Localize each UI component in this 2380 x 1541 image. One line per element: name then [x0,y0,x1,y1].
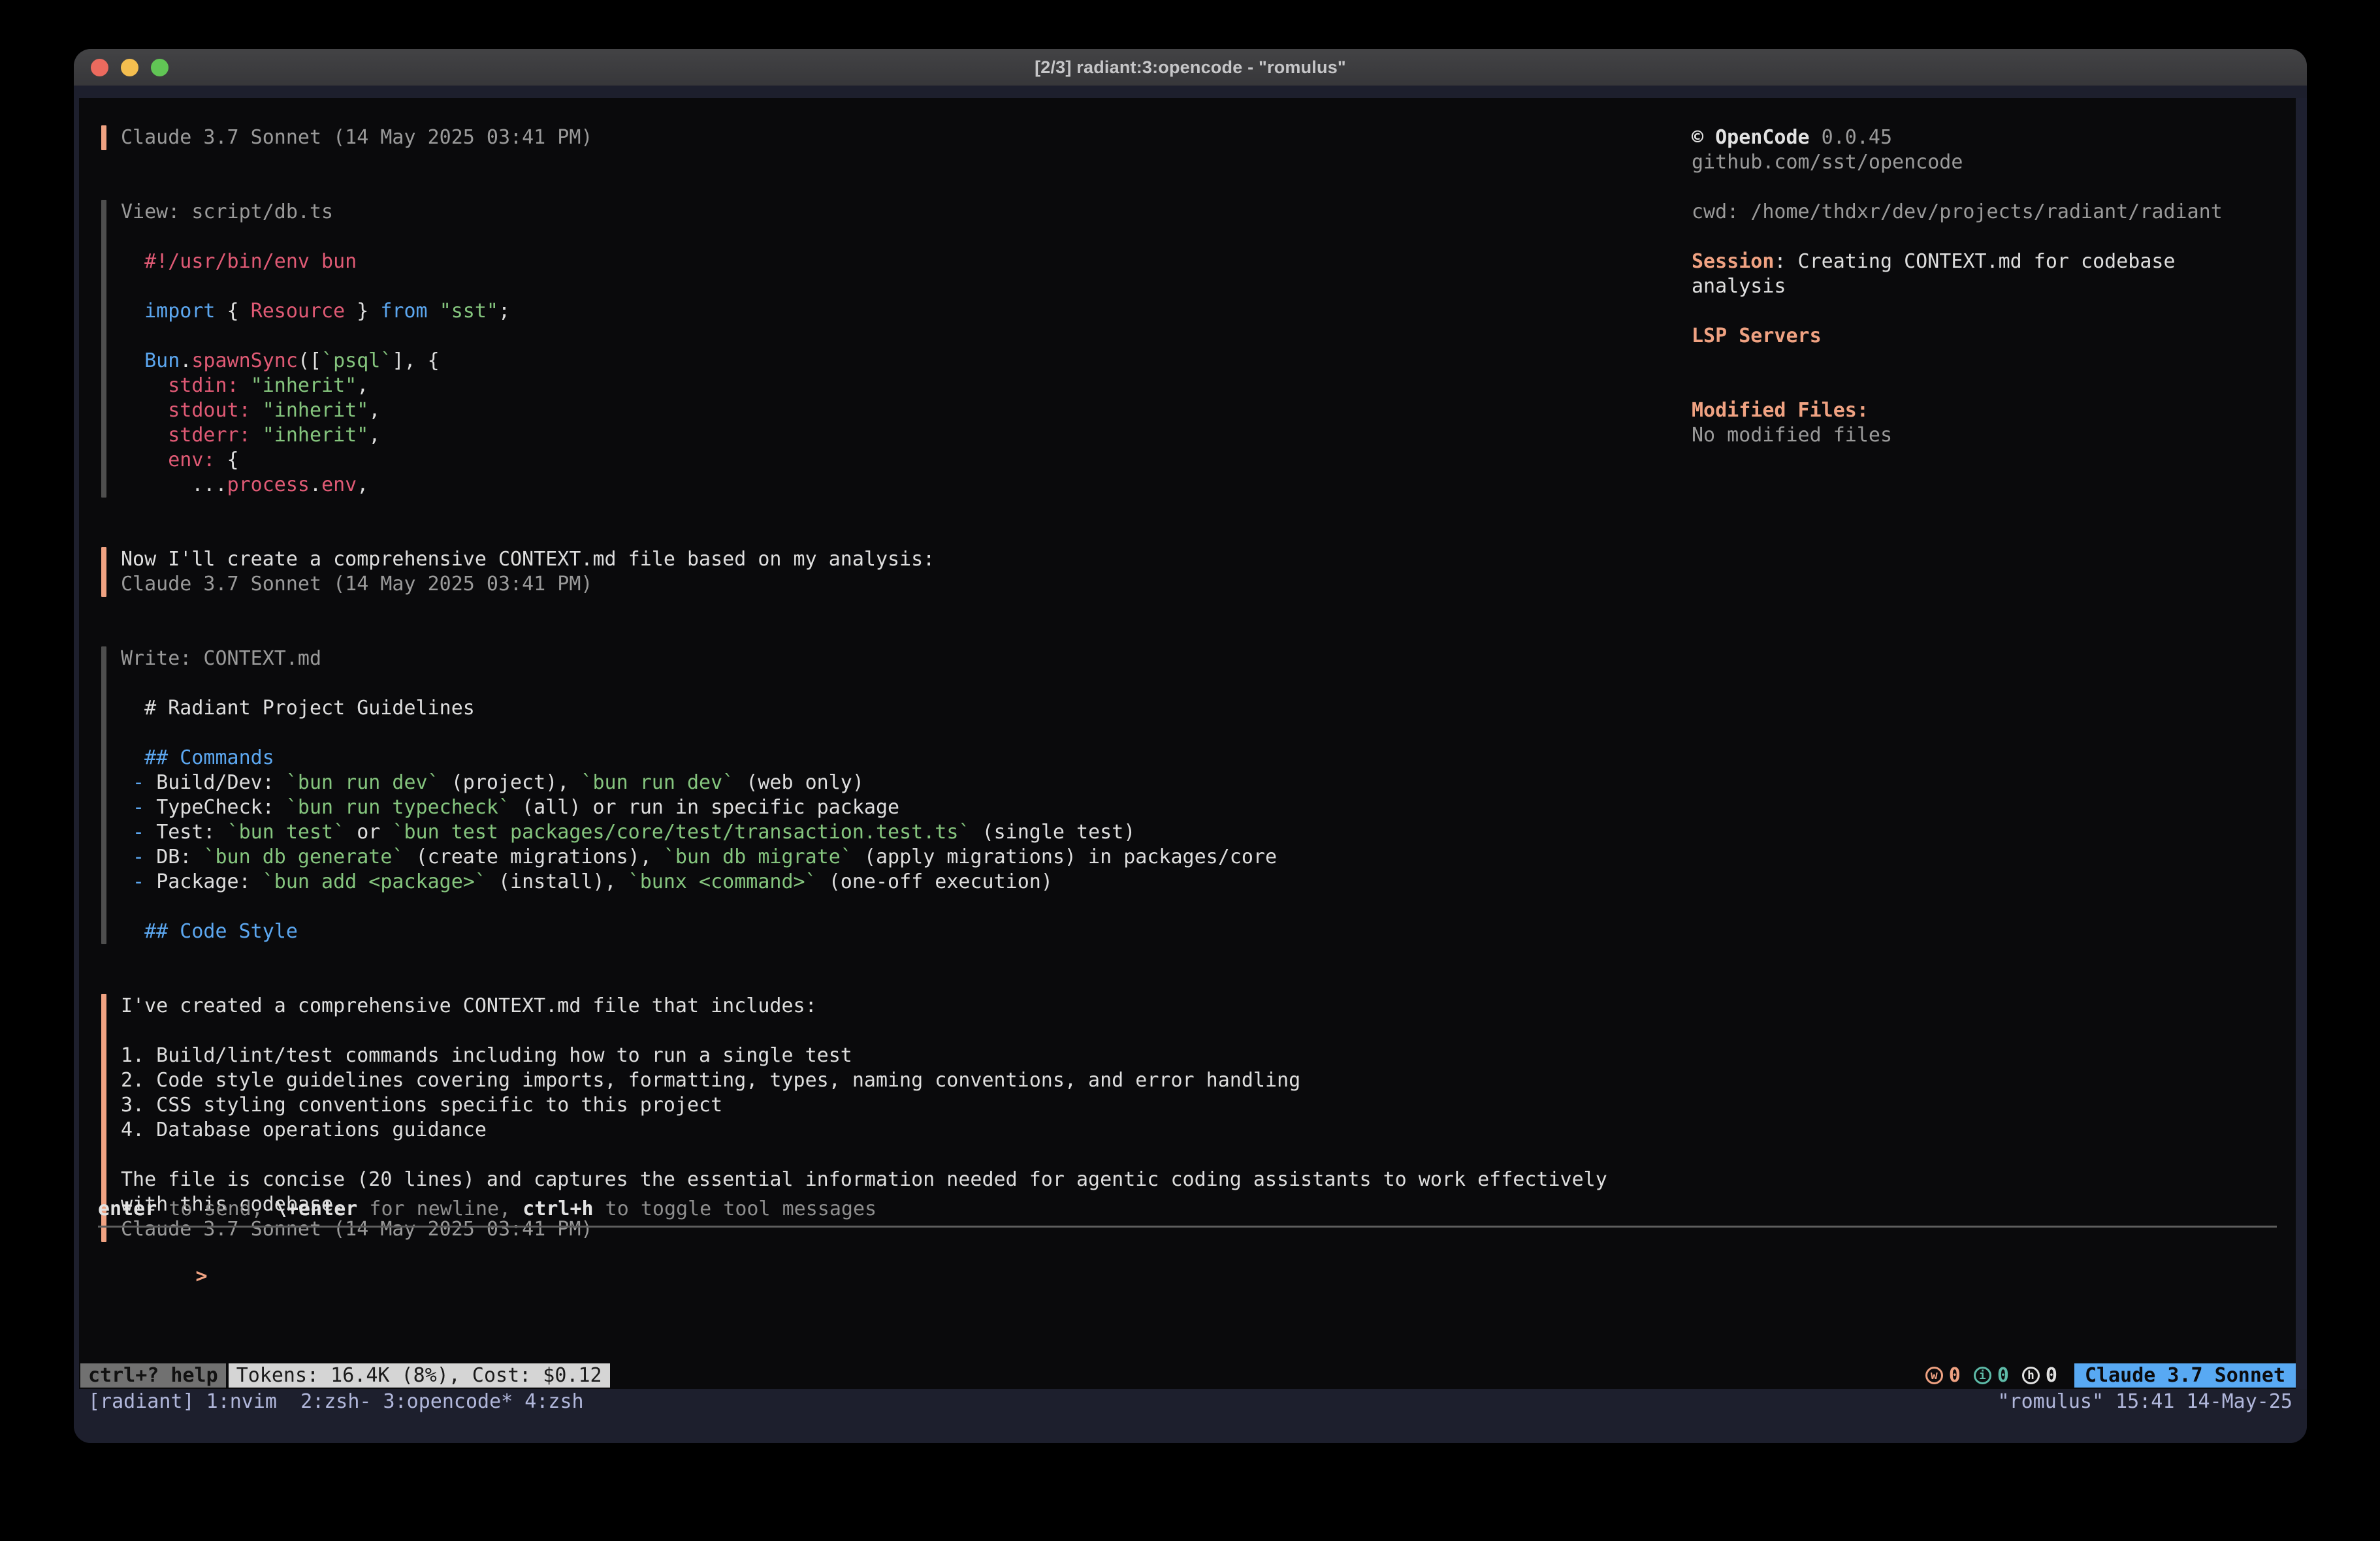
text-line [121,274,510,299]
text-line [121,1143,1607,1168]
text-line: analysis [1692,274,2279,299]
text-line: stdout: "inherit", [121,398,510,423]
message-accent-bar [101,125,106,150]
traffic-lights [91,49,169,86]
text-line [1692,349,2279,373]
text-line: #!/usr/bin/env bun [121,249,510,274]
text-line [121,1019,1607,1043]
tool-output-write: Write: CONTEXT.md # Radiant Project Guid… [101,646,1669,944]
w-circle-icon: w [1925,1367,1943,1384]
tokens-cost-badge: Tokens: 16.4K (8%), Cost: $0.12 [229,1363,610,1388]
tmux-host-clock: "romulus" 15:41 14-May-25 [1997,1390,2292,1413]
status-bar: ctrl+? help Tokens: 16.4K (8%), Cost: $0… [80,1363,2296,1388]
text-line [1692,175,2279,200]
text-line: Now I'll create a comprehensive CONTEXT.… [121,547,935,572]
minimize-button[interactable] [121,59,138,76]
i-circle-icon: i [1974,1367,1991,1384]
block-lines: Write: CONTEXT.md # Radiant Project Guid… [121,646,1277,944]
text-line: - DB: `bun db generate` (create migratio… [121,845,1277,870]
text-line [121,721,1277,746]
text-line: stderr: "inherit", [121,423,510,448]
text-line: Session: Creating CONTEXT.md for codebas… [1692,249,2279,274]
counter-value: 0 [1949,1364,1961,1387]
text-line [121,895,1277,919]
text-line: The file is concise (20 lines) and captu… [121,1168,1607,1192]
message-accent-bar [101,547,106,597]
text-line: ## Code Style [121,919,1277,944]
h-counter: h0 [2022,1364,2057,1387]
text-line: Modified Files: [1692,398,2279,423]
tmux-status-bar: [radiant] 1:nvim 2:zsh- 3:opencode* 4:zs… [74,1389,2307,1414]
assistant-message-meta: Claude 3.7 Sonnet (14 May 2025 03:41 PM) [101,125,1669,150]
text-line: - Package: `bun add <package>` (install)… [121,870,1277,895]
text-line: 3. CSS styling conventions specific to t… [121,1093,1607,1118]
prompt-symbol: > [196,1265,208,1288]
text-line: Claude 3.7 Sonnet (14 May 2025 03:41 PM) [121,572,935,597]
text-line: # Radiant Project Guidelines [121,696,1277,721]
text-line: No modified files [1692,423,2279,448]
text-line [1692,225,2279,249]
i-counter: i0 [1974,1364,2009,1387]
text-line: env: { [121,448,510,473]
status-spacer [610,1363,1925,1388]
text-line: - Build/Dev: `bun run dev` (project), `b… [121,770,1277,795]
text-line: LSP Servers [1692,324,2279,349]
opencode-screen: Claude 3.7 Sonnet (14 May 2025 03:41 PM)… [79,98,2296,1389]
window-titlebar: [2/3] radiant:3:opencode - "romulus" [74,49,2307,86]
window-title: [2/3] radiant:3:opencode - "romulus" [1035,57,1346,78]
text-line: View: script/db.ts [121,200,510,225]
text-line [121,324,510,349]
text-line [1692,299,2279,324]
model-badge[interactable]: Claude 3.7 Sonnet [2074,1363,2296,1388]
input-hint: enter to send, \+enter for newline, ctrl… [98,1197,876,1222]
text-line: ...process.env, [121,473,510,498]
session-info-panel: © OpenCode 0.0.45github.com/sst/opencode… [1692,125,2279,448]
block-lines: Now I'll create a comprehensive CONTEXT.… [121,547,935,597]
text-line: cwd: /home/thdxr/dev/projects/radiant/ra… [1692,200,2279,225]
terminal-window: [2/3] radiant:3:opencode - "romulus" Cla… [74,49,2307,1443]
diagnostic-counters: w0i0h0 [1925,1363,2057,1388]
text-line: I've created a comprehensive CONTEXT.md … [121,994,1607,1019]
block-lines: View: script/db.ts #!/usr/bin/env bun im… [121,200,510,498]
tmux-windows-list: [radiant] 1:nvim 2:zsh- 3:opencode* 4:zs… [88,1390,584,1413]
text-line: ## Commands [121,746,1277,770]
zoom-button[interactable] [151,59,169,76]
help-shortcut-badge[interactable]: ctrl+? help [80,1363,226,1388]
prompt-input[interactable]: > [101,1239,2276,1264]
text-line: - Test: `bun test` or `bun test packages… [121,820,1277,845]
terminal-body: Claude 3.7 Sonnet (14 May 2025 03:41 PM)… [74,86,2307,1443]
text-line: import { Resource } from "sst"; [121,299,510,324]
tool-accent-bar [101,200,106,498]
text-line: - TypeCheck: `bun run typecheck` (all) o… [121,795,1277,820]
text-line: Claude 3.7 Sonnet (14 May 2025 03:41 PM) [121,125,592,150]
text-line [121,225,510,249]
text-line: Bun.spawnSync([`psql`], { [121,349,510,373]
text-line: stdin: "inherit", [121,373,510,398]
assistant-message: Now I'll create a comprehensive CONTEXT.… [101,547,1669,597]
tool-accent-bar [101,646,106,944]
close-button[interactable] [91,59,108,76]
block-lines: Claude 3.7 Sonnet (14 May 2025 03:41 PM) [121,125,592,150]
h-circle-icon: h [2022,1367,2040,1384]
text-line [1692,373,2279,398]
text-line: 2. Code style guidelines covering import… [121,1068,1607,1093]
text-line: github.com/sst/opencode [1692,150,2279,175]
text-line: © OpenCode 0.0.45 [1692,125,2279,150]
text-line: 4. Database operations guidance [121,1118,1607,1143]
text-line [121,671,1277,696]
counter-value: 0 [2046,1364,2057,1387]
w-counter: w0 [1925,1364,1961,1387]
text-line: Write: CONTEXT.md [121,646,1277,671]
scrollbar-track[interactable] [2296,98,2307,1389]
counter-value: 0 [1997,1364,2009,1387]
tool-output-view: View: script/db.ts #!/usr/bin/env bun im… [101,200,1669,498]
chat-transcript: Claude 3.7 Sonnet (14 May 2025 03:41 PM)… [101,125,1669,1292]
text-line: 1. Build/lint/test commands including ho… [121,1043,1607,1068]
input-divider [98,1226,2277,1228]
